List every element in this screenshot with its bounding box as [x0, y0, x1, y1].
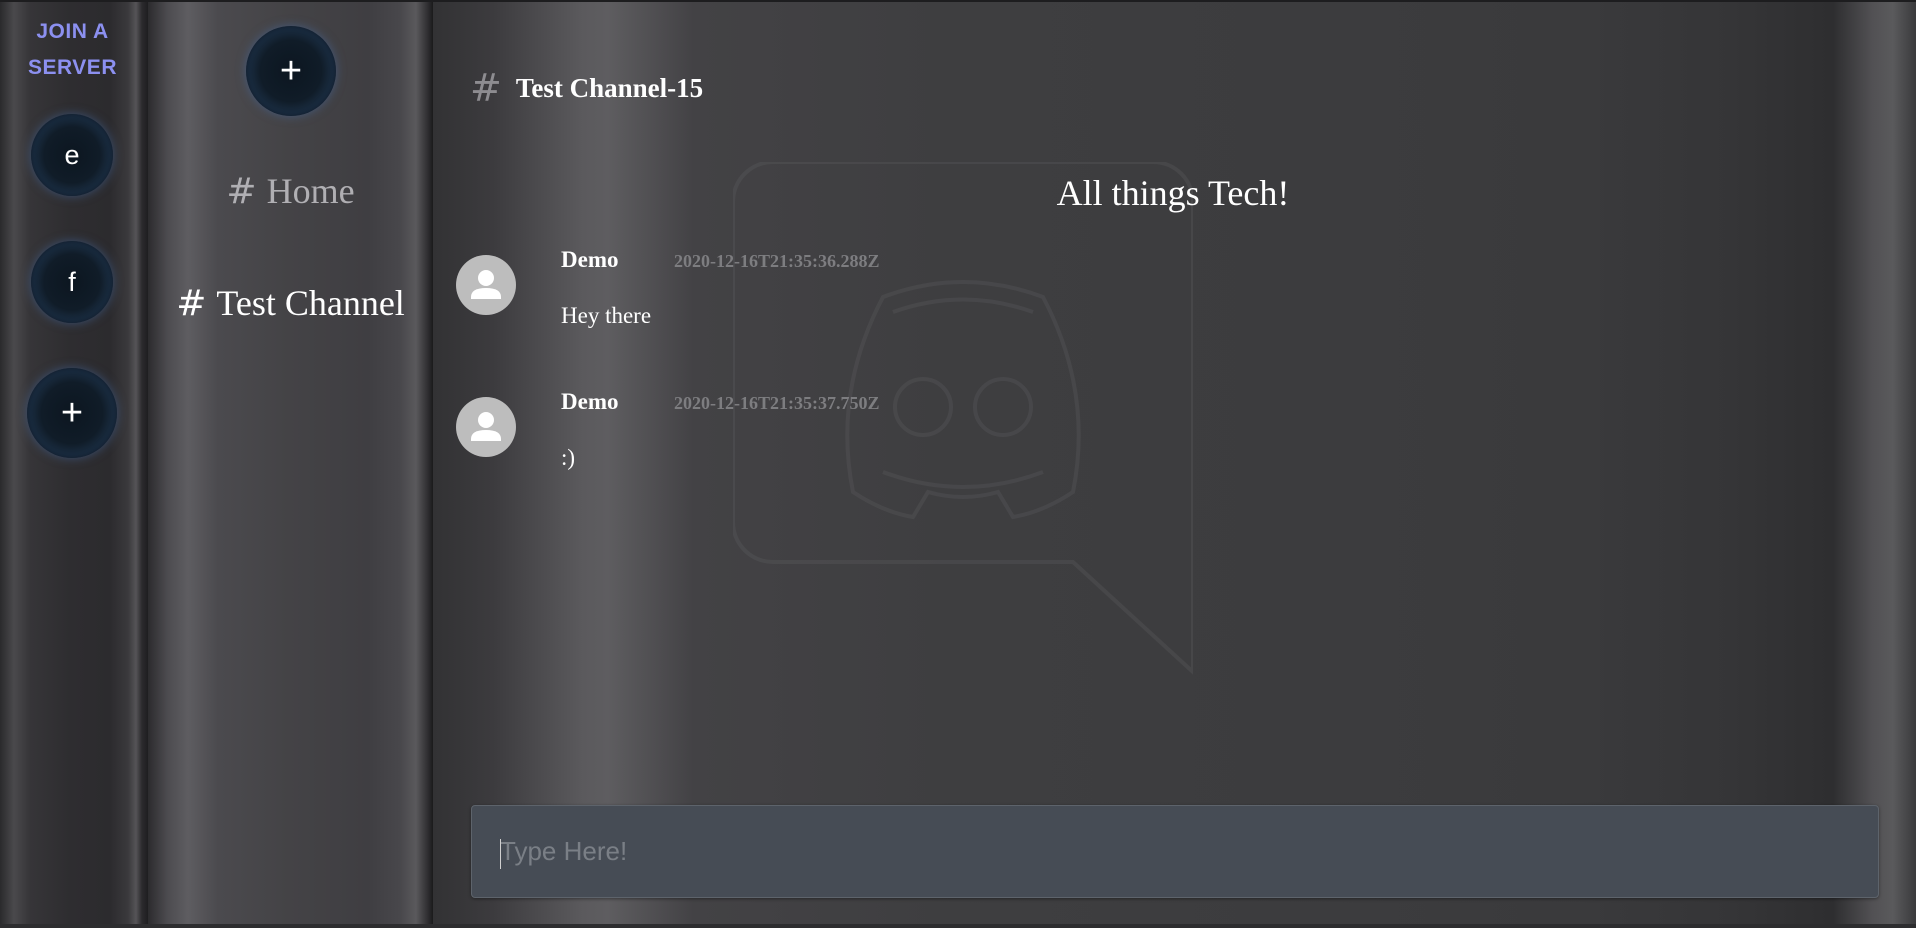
message-item: Demo 2020-12-16T21:35:37.750Z :) [456, 389, 1356, 517]
channel-item-label: Home [266, 171, 355, 211]
server-f-button[interactable]: f [31, 241, 113, 323]
channel-item-label: Test Channel [216, 283, 405, 323]
add-server-button[interactable]: + [27, 368, 117, 458]
message-item: Demo 2020-12-16T21:35:36.288Z Hey there [456, 247, 1356, 375]
channel-item-test-channel[interactable]: # Test Channel [148, 282, 433, 324]
add-channel-button[interactable]: + [246, 26, 336, 116]
channel-topic: All things Tech! [1056, 173, 1290, 213]
message-author: Demo [561, 389, 619, 414]
message-text: :) [561, 445, 576, 470]
server-sidebar: JOIN A SERVER e f + [0, 0, 148, 928]
text-caret [500, 839, 501, 869]
channel-header: # Test Channel-15 [470, 66, 703, 110]
channel-hash-icon: # [470, 66, 502, 110]
channel-hash-icon: # [176, 283, 207, 324]
message-text: Hey there [561, 303, 652, 328]
user-avatar-icon[interactable] [456, 255, 516, 315]
channel-title: Test Channel-15 [515, 72, 704, 103]
message-timestamp: 2020-12-16T21:35:36.288Z [674, 251, 880, 271]
channel-item-home[interactable]: # Home [148, 170, 433, 212]
chat-panel: # Test Channel-15 All things Tech! Demo … [433, 0, 1916, 928]
channel-sidebar: + # Home # Test Channel [148, 0, 433, 928]
channel-hash-icon: # [226, 171, 257, 212]
message-author: Demo [561, 247, 619, 272]
message-input[interactable] [472, 806, 1878, 897]
bottom-divider [0, 924, 1916, 928]
server-e-button[interactable]: e [31, 114, 113, 196]
join-server-link[interactable]: JOIN A SERVER [0, 14, 145, 86]
message-timestamp: 2020-12-16T21:35:37.750Z [674, 393, 880, 413]
user-avatar-icon[interactable] [456, 397, 516, 457]
message-composer [471, 805, 1879, 898]
